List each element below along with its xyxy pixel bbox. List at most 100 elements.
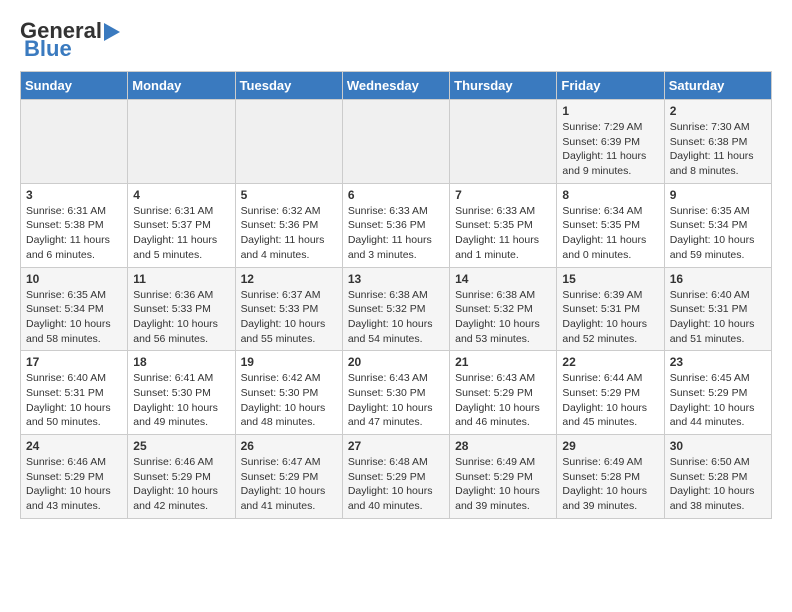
day-number: 22 — [562, 355, 658, 369]
day-info: Sunrise: 6:48 AM — [348, 455, 444, 470]
day-info: Daylight: 10 hours and 40 minutes. — [348, 484, 444, 513]
day-info: Sunset: 5:36 PM — [348, 218, 444, 233]
day-number: 17 — [26, 355, 122, 369]
calendar-day-cell: 19Sunrise: 6:42 AMSunset: 5:30 PMDayligh… — [235, 351, 342, 435]
day-info: Sunrise: 6:46 AM — [133, 455, 229, 470]
day-info: Daylight: 10 hours and 59 minutes. — [670, 233, 766, 262]
day-info: Daylight: 10 hours and 39 minutes. — [562, 484, 658, 513]
day-info: Sunrise: 6:31 AM — [26, 204, 122, 219]
day-number: 12 — [241, 272, 337, 286]
day-number: 15 — [562, 272, 658, 286]
calendar-day-cell — [128, 100, 235, 184]
day-number: 8 — [562, 188, 658, 202]
day-info: Sunset: 5:29 PM — [133, 470, 229, 485]
day-info: Sunset: 5:32 PM — [348, 302, 444, 317]
day-info: Daylight: 10 hours and 50 minutes. — [26, 401, 122, 430]
day-info: Sunset: 5:29 PM — [670, 386, 766, 401]
day-info: Daylight: 10 hours and 46 minutes. — [455, 401, 551, 430]
day-info: Sunset: 5:34 PM — [670, 218, 766, 233]
calendar-day-cell: 17Sunrise: 6:40 AMSunset: 5:31 PMDayligh… — [21, 351, 128, 435]
weekday-header: Friday — [557, 72, 664, 100]
day-number: 20 — [348, 355, 444, 369]
calendar-week-row: 1Sunrise: 7:29 AMSunset: 6:39 PMDaylight… — [21, 100, 772, 184]
day-info: Daylight: 10 hours and 41 minutes. — [241, 484, 337, 513]
day-info: Sunset: 5:32 PM — [455, 302, 551, 317]
logo-blue-text: Blue — [24, 36, 72, 61]
day-info: Daylight: 10 hours and 45 minutes. — [562, 401, 658, 430]
day-number: 5 — [241, 188, 337, 202]
day-info: Daylight: 10 hours and 44 minutes. — [670, 401, 766, 430]
calendar-day-cell: 13Sunrise: 6:38 AMSunset: 5:32 PMDayligh… — [342, 267, 449, 351]
calendar-day-cell: 6Sunrise: 6:33 AMSunset: 5:36 PMDaylight… — [342, 183, 449, 267]
calendar-header: SundayMondayTuesdayWednesdayThursdayFrid… — [21, 72, 772, 100]
day-info: Daylight: 10 hours and 55 minutes. — [241, 317, 337, 346]
calendar-day-cell: 2Sunrise: 7:30 AMSunset: 6:38 PMDaylight… — [664, 100, 771, 184]
day-info: Sunset: 6:38 PM — [670, 135, 766, 150]
day-info: Daylight: 10 hours and 51 minutes. — [670, 317, 766, 346]
day-number: 23 — [670, 355, 766, 369]
day-info: Sunrise: 6:40 AM — [670, 288, 766, 303]
day-number: 1 — [562, 104, 658, 118]
day-info: Sunrise: 6:49 AM — [562, 455, 658, 470]
day-info: Daylight: 10 hours and 49 minutes. — [133, 401, 229, 430]
day-info: Daylight: 11 hours and 9 minutes. — [562, 149, 658, 178]
day-info: Sunrise: 6:50 AM — [670, 455, 766, 470]
calendar-day-cell: 16 Sunrise: 6:40 AMSunset: 5:31 PMDayligh… — [664, 267, 771, 351]
day-info: Sunrise: 6:34 AM — [562, 204, 658, 219]
calendar-day-cell: 1Sunrise: 7:29 AMSunset: 6:39 PMDaylight… — [557, 100, 664, 184]
day-info: Sunset: 5:34 PM — [26, 302, 122, 317]
day-number: 16 — [670, 272, 766, 286]
day-info: Sunset: 5:31 PM — [670, 302, 766, 317]
day-info: Sunset: 5:29 PM — [26, 470, 122, 485]
calendar-day-cell: 26Sunrise: 6:47 AMSunset: 5:29 PMDayligh… — [235, 435, 342, 519]
day-number: 24 — [26, 439, 122, 453]
weekday-header: Saturday — [664, 72, 771, 100]
day-number: 30 — [670, 439, 766, 453]
day-info: Daylight: 11 hours and 4 minutes. — [241, 233, 337, 262]
day-info: Sunset: 5:29 PM — [348, 470, 444, 485]
day-info: Sunrise: 6:32 AM — [241, 204, 337, 219]
day-info: Sunrise: 6:35 AM — [670, 204, 766, 219]
day-info: Daylight: 11 hours and 0 minutes. — [562, 233, 658, 262]
calendar-day-cell: 3Sunrise: 6:31 AMSunset: 5:38 PMDaylight… — [21, 183, 128, 267]
calendar-day-cell: 10Sunrise: 6:35 AMSunset: 5:34 PMDayligh… — [21, 267, 128, 351]
calendar-day-cell — [342, 100, 449, 184]
calendar-day-cell: 8Sunrise: 6:34 AMSunset: 5:35 PMDaylight… — [557, 183, 664, 267]
weekday-header: Wednesday — [342, 72, 449, 100]
calendar-day-cell: 15Sunrise: 6:39 AMSunset: 5:31 PMDayligh… — [557, 267, 664, 351]
day-info: Sunrise: 6:44 AM — [562, 371, 658, 386]
day-info: Sunrise: 6:33 AM — [348, 204, 444, 219]
calendar-day-cell: 30Sunrise: 6:50 AMSunset: 5:28 PMDayligh… — [664, 435, 771, 519]
day-info: Sunset: 5:29 PM — [455, 386, 551, 401]
day-info: Daylight: 10 hours and 39 minutes. — [455, 484, 551, 513]
calendar-day-cell: 25Sunrise: 6:46 AMSunset: 5:29 PMDayligh… — [128, 435, 235, 519]
day-number: 29 — [562, 439, 658, 453]
calendar-day-cell — [21, 100, 128, 184]
day-number: 7 — [455, 188, 551, 202]
day-info: Sunset: 5:35 PM — [455, 218, 551, 233]
day-number: 4 — [133, 188, 229, 202]
day-info: Sunset: 5:33 PM — [241, 302, 337, 317]
day-info: Sunrise: 6:47 AM — [241, 455, 337, 470]
day-info: Sunset: 5:30 PM — [241, 386, 337, 401]
day-info: Sunset: 5:29 PM — [455, 470, 551, 485]
calendar-day-cell: 14Sunrise: 6:38 AMSunset: 5:32 PMDayligh… — [450, 267, 557, 351]
day-number: 10 — [26, 272, 122, 286]
header: General Blue — [20, 20, 772, 61]
day-info: Sunrise: 6:49 AM — [455, 455, 551, 470]
day-number: 11 — [133, 272, 229, 286]
calendar-day-cell: 27Sunrise: 6:48 AMSunset: 5:29 PMDayligh… — [342, 435, 449, 519]
day-info: Daylight: 10 hours and 47 minutes. — [348, 401, 444, 430]
day-info: Sunrise: 6:45 AM — [670, 371, 766, 386]
weekday-header: Sunday — [21, 72, 128, 100]
day-info: Daylight: 10 hours and 43 minutes. — [26, 484, 122, 513]
day-info: Daylight: 11 hours and 5 minutes. — [133, 233, 229, 262]
day-info: Daylight: 10 hours and 42 minutes. — [133, 484, 229, 513]
day-number: 13 — [348, 272, 444, 286]
calendar-day-cell: 7Sunrise: 6:33 AMSunset: 5:35 PMDaylight… — [450, 183, 557, 267]
day-info: Sunrise: 6:46 AM — [26, 455, 122, 470]
day-number: 3 — [26, 188, 122, 202]
calendar-week-row: 24Sunrise: 6:46 AMSunset: 5:29 PMDayligh… — [21, 435, 772, 519]
day-number: 19 — [241, 355, 337, 369]
calendar-day-cell: 9Sunrise: 6:35 AMSunset: 5:34 PMDaylight… — [664, 183, 771, 267]
